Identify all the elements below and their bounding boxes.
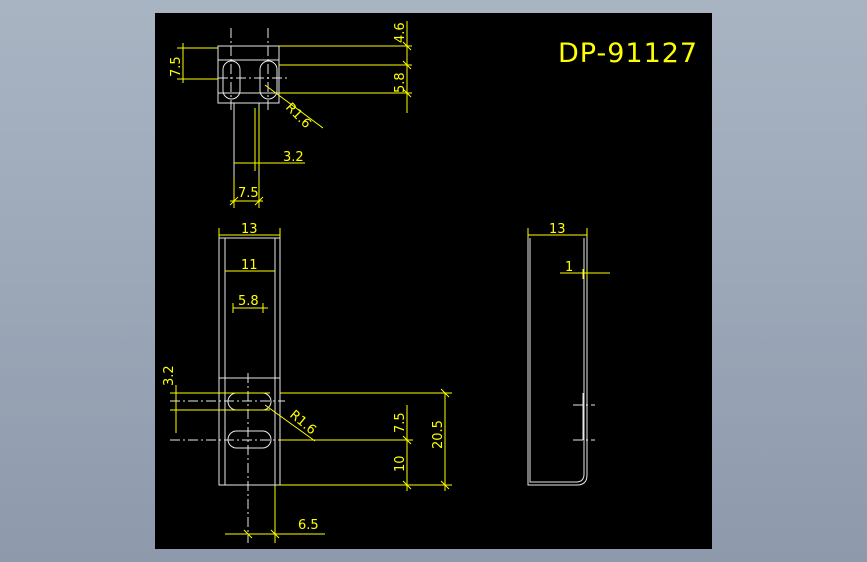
dim-1: 1: [565, 260, 573, 275]
side-profile-inner: [529, 238, 585, 483]
front-view-dimensions: 13 11 5.8 3.2 R1.6 7.5 20.5 10 6.5: [162, 222, 452, 543]
side-view: [527, 238, 595, 486]
cad-drawing: DP-91127 4.6 5.8 7.5 R1.6 3.2 7.5 13 11 …: [162, 21, 698, 543]
dim-3-2-top: 3.2: [283, 150, 304, 165]
dim-r1-6-top: R1.6: [282, 100, 314, 132]
drawing-title: DP-91127: [558, 38, 698, 69]
side-profile: [527, 238, 588, 486]
top-view-outline: [217, 45, 280, 104]
dim-3-2-front: 3.2: [162, 365, 177, 386]
dim-10: 10: [393, 455, 408, 472]
dim-5-8: 5.8: [393, 72, 408, 93]
dim-20-5: 20.5: [431, 420, 446, 449]
dim-13-front: 13: [241, 222, 258, 237]
dim-r1-6-front: R1.6: [286, 408, 318, 439]
dim-13-side: 13: [549, 222, 566, 237]
dim-7-5-bottom: 7.5: [238, 186, 259, 201]
dim-7-5-front: 7.5: [393, 412, 408, 433]
top-view-dimensions: 4.6 5.8 7.5 R1.6 3.2 7.5: [169, 21, 412, 208]
front-view: [170, 237, 285, 543]
drawing-canvas[interactable]: DP-91127 4.6 5.8 7.5 R1.6 3.2 7.5 13 11 …: [155, 13, 712, 549]
dim-6-5: 6.5: [298, 518, 319, 533]
dim-7-5-left: 7.5: [169, 56, 184, 77]
dim-11: 11: [241, 258, 258, 273]
top-view: [217, 28, 290, 178]
dim-4-6: 4.6: [393, 22, 408, 43]
dim-5-8-front: 5.8: [238, 294, 259, 309]
side-view-dimensions: 13 1: [527, 222, 610, 279]
